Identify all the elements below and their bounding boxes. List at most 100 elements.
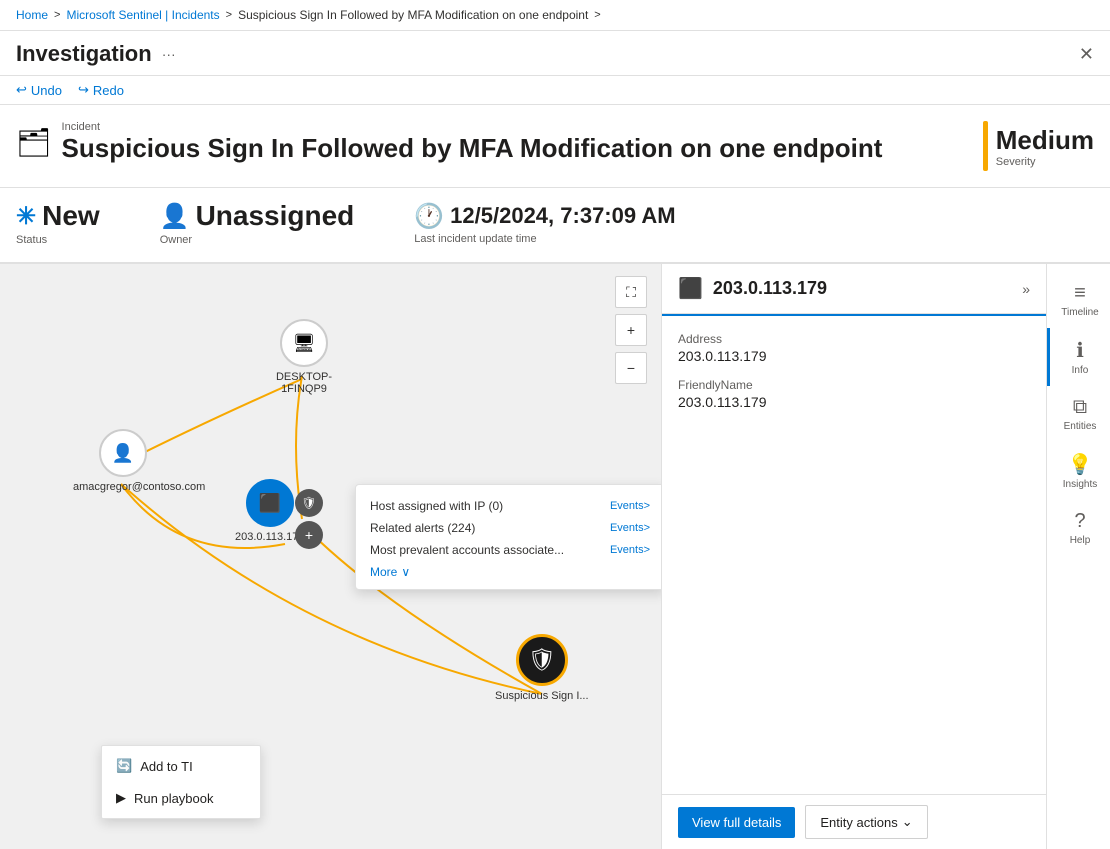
status-row: ✳ New Status 👤 Unassigned Owner 🕐 12/5/2… <box>0 188 1110 264</box>
incident-name: Suspicious Sign In Followed by MFA Modif… <box>62 133 883 164</box>
user-label: amacgregor@contoso.com <box>73 481 173 493</box>
right-panel-body: Address 203.0.113.179 FriendlyName 203.0… <box>662 316 1046 794</box>
node-alert[interactable]: 🛡 Suspicious Sign I... <box>495 634 589 702</box>
breadcrumb-incident: Suspicious Sign In Followed by MFA Modif… <box>238 8 588 22</box>
ip-actions: 🛡 + <box>295 489 323 549</box>
fullscreen-button[interactable]: ⛶ <box>615 276 647 308</box>
info-icon: ℹ <box>1076 338 1084 363</box>
right-panel-footer: View full details Entity actions ⌄ <box>662 794 1046 849</box>
sidebar-item-entities[interactable]: ⧉ Entities <box>1047 386 1110 442</box>
incident-bar: 🗂 Incident Suspicious Sign In Followed b… <box>0 105 1110 188</box>
right-panel-collapse-button[interactable]: » <box>1022 281 1030 297</box>
popup-row-0-label: Host assigned with IP (0) <box>370 499 503 513</box>
entities-icon: ⧉ <box>1073 396 1087 419</box>
sidebar-item-help-label: Help <box>1070 535 1091 546</box>
right-panel: ⬛ 203.0.113.179 » Address 203.0.113.179 … <box>661 264 1046 849</box>
breadcrumb-sentinel[interactable]: Microsoft Sentinel | Incidents <box>66 8 219 22</box>
ip-icon: ⬛ <box>246 479 294 527</box>
popup-row-0-link[interactable]: Events> <box>610 500 650 512</box>
node-user[interactable]: 👤 amacgregor@contoso.com <box>73 429 173 493</box>
popup-row-2-link[interactable]: Events> <box>610 544 650 556</box>
right-panel-header: ⬛ 203.0.113.179 » <box>662 264 1046 314</box>
timeline-icon: ≡ <box>1074 282 1086 305</box>
field-label-friendlyname: FriendlyName <box>678 378 1030 392</box>
add-to-ti-icon: 🔄 <box>116 758 132 774</box>
severity-section: Medium Severity <box>983 121 1094 171</box>
context-menu: 🔄 Add to TI ▶ Run playbook <box>101 745 261 819</box>
desktop-icon: 🖥 <box>280 319 328 367</box>
incident-label: Incident <box>62 121 883 133</box>
clock-icon: 🕐 <box>414 202 444 231</box>
right-panel-icon: ⬛ <box>678 276 703 301</box>
status-item-update: 🕐 12/5/2024, 7:37:09 AM Last incident up… <box>414 202 675 245</box>
status-item-owner: 👤 Unassigned Owner <box>160 200 355 246</box>
redo-icon: ↪ <box>78 82 89 98</box>
owner-icon: 👤 <box>160 202 190 231</box>
view-full-details-button[interactable]: View full details <box>678 807 795 838</box>
severity-label: Severity <box>996 156 1094 168</box>
desktop-label: DESKTOP-1FINQP9 <box>254 371 354 395</box>
popup-row-0: Host assigned with IP (0) Events> <box>370 495 650 517</box>
entity-actions-chevron: ⌄ <box>902 814 913 830</box>
field-label-address: Address <box>678 332 1030 346</box>
entity-actions-button[interactable]: Entity actions ⌄ <box>805 805 927 839</box>
add-to-ti-label: Add to TI <box>140 759 193 774</box>
page-title: Investigation <box>16 41 152 67</box>
redo-label: Redo <box>93 83 124 98</box>
popup-more[interactable]: More ∨ <box>370 565 650 579</box>
breadcrumb: Home > Microsoft Sentinel | Incidents > … <box>0 0 1110 31</box>
breadcrumb-sep2: > <box>226 9 232 21</box>
page-header: Investigation ··· ✕ <box>0 31 1110 76</box>
add-to-ti-item[interactable]: 🔄 Add to TI <box>102 750 260 782</box>
zoom-out-button[interactable]: − <box>615 352 647 384</box>
popup-row-2: Most prevalent accounts associate... Eve… <box>370 539 650 561</box>
node-desktop[interactable]: 🖥 DESKTOP-1FINQP9 <box>254 319 354 395</box>
last-update-label: Last incident update time <box>414 233 675 245</box>
breadcrumb-home[interactable]: Home <box>16 8 48 22</box>
sidebar-item-help[interactable]: ? Help <box>1047 500 1110 556</box>
run-playbook-item[interactable]: ▶ Run playbook <box>102 782 260 814</box>
incident-icon: 🗂 <box>16 126 52 159</box>
sidebar-item-timeline-label: Timeline <box>1061 307 1098 318</box>
run-playbook-label: Run playbook <box>134 791 214 806</box>
status-icon: ✳ <box>16 202 36 231</box>
entity-actions-label: Entity actions <box>820 815 897 830</box>
redo-button[interactable]: ↪ Redo <box>78 82 124 98</box>
status-value: New <box>42 200 100 232</box>
graph-area[interactable]: 🖥 DESKTOP-1FINQP9 👤 amacgregor@contoso.c… <box>0 264 661 849</box>
popup-more-label: More <box>370 565 397 579</box>
sidebar-item-insights[interactable]: 💡 Insights <box>1047 442 1110 500</box>
severity-bar <box>983 121 988 171</box>
popup-row-1-link[interactable]: Events> <box>610 522 650 534</box>
zoom-in-button[interactable]: + <box>615 314 647 346</box>
owner-label: Owner <box>160 234 355 246</box>
close-button[interactable]: ✕ <box>1079 44 1094 65</box>
undo-button[interactable]: ↩ Undo <box>16 82 62 98</box>
sidebar-item-timeline[interactable]: ≡ Timeline <box>1047 272 1110 328</box>
help-icon: ? <box>1074 510 1085 533</box>
field-value-address: 203.0.113.179 <box>678 348 1030 364</box>
alert-label: Suspicious Sign I... <box>495 690 589 702</box>
undo-icon: ↩ <box>16 82 27 98</box>
right-panel-title: 203.0.113.179 <box>713 278 1012 299</box>
header-ellipsis[interactable]: ··· <box>162 46 176 62</box>
sidebar-item-info-label: Info <box>1072 365 1089 376</box>
status-item-status: ✳ New Status <box>16 200 100 246</box>
sidebar-item-insights-label: Insights <box>1063 479 1097 490</box>
sidebar-item-entities-label: Entities <box>1064 421 1097 432</box>
breadcrumb-sep3: > <box>594 9 600 21</box>
sidebar-item-info[interactable]: ℹ Info <box>1047 328 1110 386</box>
insights-icon: 💡 <box>1068 452 1093 477</box>
user-icon: 👤 <box>99 429 147 477</box>
breadcrumb-sep1: > <box>54 9 60 21</box>
toolbar: ↩ Undo ↪ Redo <box>0 76 1110 105</box>
run-playbook-icon: ▶ <box>116 790 126 806</box>
popup-row-1: Related alerts (224) Events> <box>370 517 650 539</box>
popup-row-1-label: Related alerts (224) <box>370 521 475 535</box>
field-value-friendlyname: 203.0.113.179 <box>678 394 1030 410</box>
graph-buttons: ⛶ + − <box>615 276 647 384</box>
sidebar: ≡ Timeline ℹ Info ⧉ Entities 💡 Insights … <box>1046 264 1110 849</box>
popup-row-2-label: Most prevalent accounts associate... <box>370 543 564 557</box>
alert-icon: 🛡 <box>516 634 568 686</box>
last-update-value: 12/5/2024, 7:37:09 AM <box>450 203 675 229</box>
